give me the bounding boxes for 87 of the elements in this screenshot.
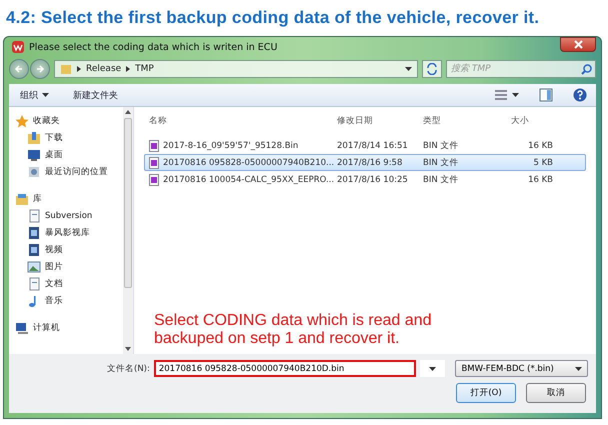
- scrollbar[interactable]: [123, 107, 133, 354]
- table-cell: 16 KB: [528, 174, 553, 184]
- chevron-icon: [125, 65, 132, 73]
- file-row[interactable]: 20170816 095828-05000007940B210... 2017/8/16 9:58 BIN 文件 5 KB: [144, 154, 586, 171]
- star-icon: [15, 114, 29, 128]
- search-icon: [581, 64, 592, 75]
- bin-file-icon: [149, 156, 159, 168]
- close-button[interactable]: [560, 37, 596, 52]
- refresh-icon: [426, 63, 438, 75]
- image-icon: [27, 260, 41, 274]
- table-cell: 5 KB: [533, 158, 553, 168]
- field-label: 文件名(N):: [107, 362, 150, 374]
- table-cell: 20170816 095828-05000007940B210...: [163, 158, 334, 168]
- folder-icon: [60, 63, 72, 75]
- sidebar-item[interactable]: 视频: [45, 244, 63, 256]
- dropdown-caret-icon: [575, 366, 582, 370]
- chevron-icon: [76, 65, 82, 73]
- table-cell: 2017/8/16 9:58: [337, 158, 402, 168]
- sidebar-item[interactable]: 音乐: [45, 294, 63, 306]
- table-cell: 2017/8/16 10:25: [337, 174, 408, 184]
- file-row[interactable]: 2017-8-16_09'59'57'_95128.Bin 2017/8/14 16:51 BIN 文件 16 KB: [144, 137, 586, 154]
- dropdown-caret-icon: [512, 93, 519, 97]
- sidebar-item[interactable]: 图片: [45, 260, 63, 272]
- dropdown-caret-icon: [429, 366, 436, 370]
- organize-button[interactable]: 组织: [17, 86, 52, 104]
- scroll-down-icon: [125, 347, 131, 351]
- sidebar-item[interactable]: 收藏夹: [33, 114, 60, 126]
- preview-pane-button[interactable]: [538, 87, 554, 103]
- pane-icon: [539, 88, 553, 102]
- table-cell: 2017-8-16_09'59'57'_95128.Bin: [163, 140, 298, 150]
- scroll-thumb[interactable]: [124, 118, 132, 288]
- filename-field[interactable]: 20170816 095828-05000007940B210D.bin: [154, 360, 416, 377]
- app-logo-icon: [12, 41, 24, 53]
- table-cell: 20170816 100054-CALC_95XX_EEPRO...: [163, 174, 334, 184]
- sidebar-item[interactable]: 文档: [45, 278, 63, 290]
- close-icon: [574, 40, 582, 49]
- address-bar[interactable]: Release TMP: [54, 60, 418, 78]
- document-icon: [27, 208, 41, 222]
- table-cell: BIN 文件: [423, 174, 458, 186]
- cancel-button[interactable]: 取消: [526, 383, 586, 403]
- slide-heading: 4.2: Select the first backup coding data of the vehicle, recover it.: [5, 7, 540, 28]
- sidebar-item[interactable]: 库: [33, 192, 42, 204]
- bin-file-icon: [149, 174, 159, 186]
- bin-file-icon: [149, 140, 159, 152]
- search-field[interactable]: 搜索 TMP: [446, 60, 596, 78]
- document-icon: [27, 276, 41, 290]
- column-header[interactable]: 修改日期: [337, 115, 423, 127]
- back-arrow-icon: [14, 64, 24, 74]
- refresh-button[interactable]: [422, 60, 442, 78]
- open-button[interactable]: 打开(O): [456, 383, 516, 403]
- annotation-text: Select CODING data which is read and backuped on setp 1 and recover it.: [153, 312, 432, 349]
- sidebar-item[interactable]: 下载: [45, 132, 63, 144]
- table-cell: BIN 文件: [423, 156, 458, 168]
- sidebar-item[interactable]: Subversion: [45, 210, 92, 220]
- monitor-icon: [27, 148, 41, 162]
- table-cell: 16 KB: [528, 140, 553, 150]
- scroll-up-icon: [125, 110, 131, 114]
- forward-arrow-icon: [35, 64, 45, 74]
- table-cell: BIN 文件: [423, 140, 458, 152]
- breadcrumb-item[interactable]: Release: [86, 64, 122, 74]
- file-row[interactable]: 20170816 100054-CALC_95XX_EEPRO... 2017/8/16 10:25 BIN 文件 16 KB: [144, 171, 586, 188]
- new-folder-button[interactable]: 新建文件夹: [70, 86, 121, 104]
- column-header[interactable]: 名称: [145, 115, 337, 127]
- film-icon: [27, 226, 41, 240]
- breadcrumb-item[interactable]: TMP: [135, 64, 154, 74]
- forward-button[interactable]: [30, 59, 50, 79]
- help-icon: [573, 88, 587, 102]
- column-header[interactable]: 类型: [423, 115, 511, 127]
- film-icon: [27, 242, 41, 256]
- dropdown-caret-icon: [42, 93, 49, 97]
- sidebar-item[interactable]: 桌面: [45, 148, 63, 160]
- column-header[interactable]: 大小: [511, 115, 553, 127]
- view-button[interactable]: [493, 88, 520, 102]
- library-icon: [15, 192, 29, 206]
- window-title: Please select the coding data which is writen in ECU: [29, 42, 278, 52]
- list-view-icon: [494, 89, 508, 101]
- computer-icon: [15, 320, 29, 334]
- filename-dropdown-button[interactable]: [420, 360, 446, 377]
- back-button[interactable]: [9, 59, 29, 79]
- table-cell: 2017/8/14 16:51: [337, 140, 408, 150]
- folder-icon: [27, 130, 41, 144]
- sidebar-item[interactable]: 计算机: [33, 322, 60, 334]
- help-button[interactable]: [572, 87, 588, 103]
- dropdown-caret-icon: [405, 67, 412, 71]
- sidebar-item[interactable]: 最近访问的位置: [45, 166, 108, 178]
- file-type-dropdown[interactable]: BMW-FEM-BDC (*.bin): [455, 360, 588, 377]
- sidebar-item[interactable]: 暴风影视库: [45, 226, 90, 238]
